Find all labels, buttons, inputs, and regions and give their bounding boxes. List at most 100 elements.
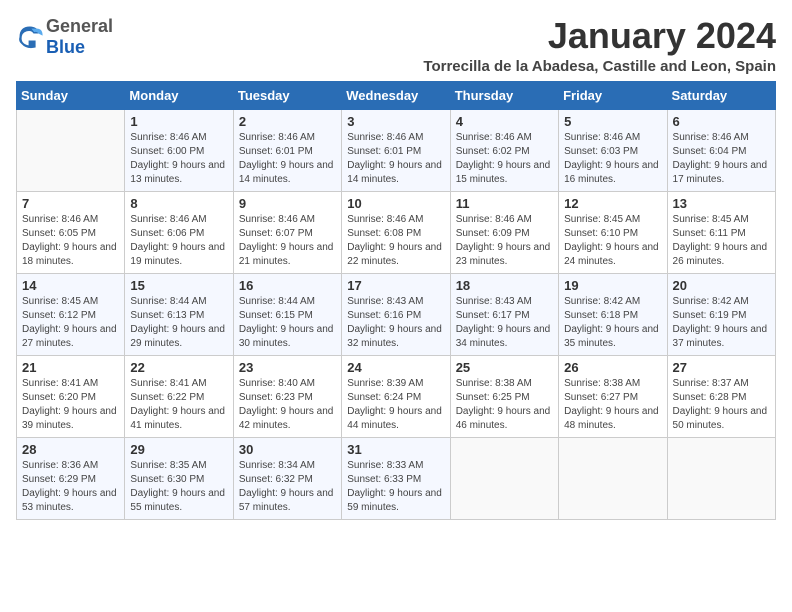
logo-icon — [16, 23, 44, 51]
day-info: Sunrise: 8:36 AMSunset: 6:29 PMDaylight:… — [22, 459, 119, 515]
day-number: 2 — [239, 114, 336, 129]
day-of-week-header: Thursday — [450, 81, 558, 109]
day-number: 29 — [130, 442, 227, 457]
day-info: Sunrise: 8:45 AMSunset: 6:12 PMDaylight:… — [22, 295, 119, 351]
day-number: 25 — [456, 360, 553, 375]
day-info: Sunrise: 8:43 AMSunset: 6:17 PMDaylight:… — [456, 295, 553, 351]
day-info: Sunrise: 8:41 AMSunset: 6:20 PMDaylight:… — [22, 377, 119, 433]
day-info: Sunrise: 8:44 AMSunset: 6:13 PMDaylight:… — [130, 295, 227, 351]
calendar-header: SundayMondayTuesdayWednesdayThursdayFrid… — [17, 81, 776, 109]
day-number: 31 — [347, 442, 444, 457]
day-info: Sunrise: 8:46 AMSunset: 6:04 PMDaylight:… — [673, 131, 770, 187]
day-number: 10 — [347, 196, 444, 211]
day-number: 11 — [456, 196, 553, 211]
calendar-day-cell: 25 Sunrise: 8:38 AMSunset: 6:25 PMDayligh… — [450, 355, 558, 437]
calendar-day-cell — [667, 437, 775, 519]
calendar-day-cell: 23Sunrise: 8:40 AMSunset: 6:23 PMDayligh… — [233, 355, 341, 437]
calendar-day-cell: 24Sunrise: 8:39 AMSunset: 6:24 PMDayligh… — [342, 355, 450, 437]
day-info: Sunrise: 8:45 AMSunset: 6:10 PMDaylight:… — [564, 213, 661, 269]
calendar-week-row: 21 Sunrise: 8:41 AMSunset: 6:20 PMDayligh… — [17, 355, 776, 437]
calendar-day-cell: 16Sunrise: 8:44 AMSunset: 6:15 PMDayligh… — [233, 273, 341, 355]
calendar-day-cell: 8 Sunrise: 8:46 AMSunset: 6:06 PMDaylight… — [125, 191, 233, 273]
location-title: Torrecilla de la Abadesa, Castille and L… — [423, 58, 776, 75]
logo-text: General Blue — [46, 16, 113, 58]
calendar-day-cell: 10Sunrise: 8:46 AMSunset: 6:08 PMDayligh… — [342, 191, 450, 273]
calendar-body: 1 Sunrise: 8:46 AMSunset: 6:00 PMDaylight… — [17, 109, 776, 519]
day-number: 26 — [564, 360, 661, 375]
day-number: 14 — [22, 278, 119, 293]
title-section: January 2024 Torrecilla de la Abadesa, C… — [423, 16, 776, 75]
day-info: Sunrise: 8:46 AMSunset: 6:03 PMDaylight:… — [564, 131, 661, 187]
calendar-day-cell: 3 Sunrise: 8:46 AMSunset: 6:01 PMDaylight… — [342, 109, 450, 191]
calendar-day-cell: 5 Sunrise: 8:46 AMSunset: 6:03 PMDaylight… — [559, 109, 667, 191]
day-number: 9 — [239, 196, 336, 211]
calendar-day-cell: 17 Sunrise: 8:43 AMSunset: 6:16 PMDayligh… — [342, 273, 450, 355]
day-info: Sunrise: 8:35 AMSunset: 6:30 PMDaylight:… — [130, 459, 227, 515]
logo-blue: Blue — [46, 37, 85, 57]
day-number: 18 — [456, 278, 553, 293]
day-of-week-header: Monday — [125, 81, 233, 109]
day-info: Sunrise: 8:38 AMSunset: 6:25 PMDaylight:… — [456, 377, 553, 433]
day-info: Sunrise: 8:34 AMSunset: 6:32 PMDaylight:… — [239, 459, 336, 515]
day-number: 12 — [564, 196, 661, 211]
calendar-day-cell: 21 Sunrise: 8:41 AMSunset: 6:20 PMDayligh… — [17, 355, 125, 437]
day-number: 16 — [239, 278, 336, 293]
day-number: 15 — [130, 278, 227, 293]
day-info: Sunrise: 8:46 AMSunset: 6:09 PMDaylight:… — [456, 213, 553, 269]
calendar-table: SundayMondayTuesdayWednesdayThursdayFrid… — [16, 81, 776, 520]
calendar-day-cell: 27Sunrise: 8:37 AMSunset: 6:28 PMDayligh… — [667, 355, 775, 437]
day-number: 5 — [564, 114, 661, 129]
day-number: 22 — [130, 360, 227, 375]
day-info: Sunrise: 8:43 AMSunset: 6:16 PMDaylight:… — [347, 295, 444, 351]
calendar-day-cell: 26 Sunrise: 8:38 AMSunset: 6:27 PMDayligh… — [559, 355, 667, 437]
day-info: Sunrise: 8:46 AMSunset: 6:06 PMDaylight:… — [130, 213, 227, 269]
day-info: Sunrise: 8:40 AMSunset: 6:23 PMDaylight:… — [239, 377, 336, 433]
logo: General Blue — [16, 16, 113, 58]
days-of-week-row: SundayMondayTuesdayWednesdayThursdayFrid… — [17, 81, 776, 109]
day-info: Sunrise: 8:46 AMSunset: 6:02 PMDaylight:… — [456, 131, 553, 187]
page-header: General Blue January 2024 Torrecilla de … — [16, 16, 776, 75]
day-number: 17 — [347, 278, 444, 293]
calendar-day-cell: 9 Sunrise: 8:46 AMSunset: 6:07 PMDaylight… — [233, 191, 341, 273]
calendar-day-cell: 29 Sunrise: 8:35 AMSunset: 6:30 PMDayligh… — [125, 437, 233, 519]
calendar-day-cell: 28Sunrise: 8:36 AMSunset: 6:29 PMDayligh… — [17, 437, 125, 519]
day-info: Sunrise: 8:46 AMSunset: 6:07 PMDaylight:… — [239, 213, 336, 269]
calendar-day-cell: 30Sunrise: 8:34 AMSunset: 6:32 PMDayligh… — [233, 437, 341, 519]
day-info: Sunrise: 8:46 AMSunset: 6:01 PMDaylight:… — [347, 131, 444, 187]
calendar-day-cell: 7Sunrise: 8:46 AMSunset: 6:05 PMDaylight… — [17, 191, 125, 273]
day-info: Sunrise: 8:33 AMSunset: 6:33 PMDaylight:… — [347, 459, 444, 515]
day-number: 8 — [130, 196, 227, 211]
day-number: 3 — [347, 114, 444, 129]
day-number: 20 — [673, 278, 770, 293]
day-number: 24 — [347, 360, 444, 375]
calendar-week-row: 1 Sunrise: 8:46 AMSunset: 6:00 PMDaylight… — [17, 109, 776, 191]
day-info: Sunrise: 8:46 AMSunset: 6:01 PMDaylight:… — [239, 131, 336, 187]
day-info: Sunrise: 8:46 AMSunset: 6:00 PMDaylight:… — [130, 131, 227, 187]
day-info: Sunrise: 8:38 AMSunset: 6:27 PMDaylight:… — [564, 377, 661, 433]
day-number: 1 — [130, 114, 227, 129]
calendar-week-row: 14 Sunrise: 8:45 AMSunset: 6:12 PMDayligh… — [17, 273, 776, 355]
calendar-day-cell — [559, 437, 667, 519]
day-number: 4 — [456, 114, 553, 129]
day-number: 27 — [673, 360, 770, 375]
calendar-week-row: 28Sunrise: 8:36 AMSunset: 6:29 PMDayligh… — [17, 437, 776, 519]
day-number: 21 — [22, 360, 119, 375]
calendar-day-cell: 31 Sunrise: 8:33 AMSunset: 6:33 PMDayligh… — [342, 437, 450, 519]
calendar-day-cell: 12 Sunrise: 8:45 AMSunset: 6:10 PMDayligh… — [559, 191, 667, 273]
calendar-day-cell: 4 Sunrise: 8:46 AMSunset: 6:02 PMDaylight… — [450, 109, 558, 191]
calendar-day-cell: 19 Sunrise: 8:42 AMSunset: 6:18 PMDayligh… — [559, 273, 667, 355]
calendar-week-row: 7Sunrise: 8:46 AMSunset: 6:05 PMDaylight… — [17, 191, 776, 273]
day-of-week-header: Sunday — [17, 81, 125, 109]
day-number: 19 — [564, 278, 661, 293]
calendar-day-cell: 6 Sunrise: 8:46 AMSunset: 6:04 PMDaylight… — [667, 109, 775, 191]
calendar-day-cell — [450, 437, 558, 519]
day-of-week-header: Friday — [559, 81, 667, 109]
calendar-day-cell — [17, 109, 125, 191]
calendar-day-cell: 18 Sunrise: 8:43 AMSunset: 6:17 PMDayligh… — [450, 273, 558, 355]
day-info: Sunrise: 8:42 AMSunset: 6:19 PMDaylight:… — [673, 295, 770, 351]
day-of-week-header: Wednesday — [342, 81, 450, 109]
day-number: 13 — [673, 196, 770, 211]
calendar-day-cell: 14 Sunrise: 8:45 AMSunset: 6:12 PMDayligh… — [17, 273, 125, 355]
day-info: Sunrise: 8:42 AMSunset: 6:18 PMDaylight:… — [564, 295, 661, 351]
day-number: 6 — [673, 114, 770, 129]
